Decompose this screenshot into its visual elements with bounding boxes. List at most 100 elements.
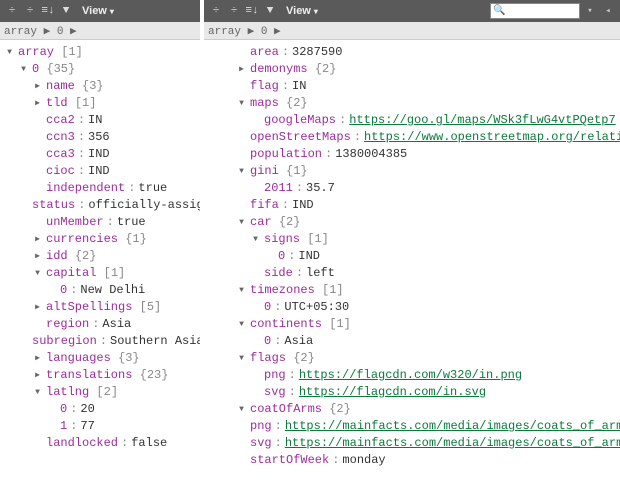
tree-row[interactable]: tld [1] [2, 95, 200, 112]
tree-row[interactable]: maps {2} [206, 95, 620, 112]
tree-row[interactable]: svg:https://flagcdn.com/in.svg [206, 384, 620, 401]
tree-right: area:3287590 demonyms {2} flag:IN maps {… [204, 40, 620, 473]
view-label: View [286, 5, 311, 17]
tree-row[interactable]: idd {2} [2, 248, 200, 265]
tree-row[interactable]: altSpellings [5] [2, 299, 200, 316]
filter-icon[interactable]: ▼ [262, 3, 278, 19]
tree-row[interactable]: 0:20 [2, 401, 200, 418]
tree-row[interactable]: array [1] [2, 44, 200, 61]
search-icon: 🔍 [493, 5, 505, 17]
tree-row[interactable]: cioc:IND [2, 163, 200, 180]
toggle-closed-icon[interactable] [32, 81, 43, 92]
toggle-open-icon[interactable] [236, 285, 247, 296]
tree-row[interactable]: png:https://flagcdn.com/w320/in.png [206, 367, 620, 384]
tree-row[interactable]: 0 {35} [2, 61, 200, 78]
toggle-open-icon[interactable] [236, 217, 247, 228]
tree-row[interactable]: cca2:IN [2, 112, 200, 129]
tree-row[interactable]: landlocked:false [2, 435, 200, 452]
tree-row[interactable]: ccn3:356 [2, 129, 200, 146]
tree-left: array [1] 0 {35} name {3} tld [1] cca2:I… [0, 40, 200, 456]
tree-row[interactable]: independent:true [2, 180, 200, 197]
tree-row[interactable]: flag:IN [206, 78, 620, 95]
tree-row[interactable]: openStreetMaps:https://www.openstreetmap… [206, 129, 620, 146]
toggle-open-icon[interactable] [250, 234, 261, 245]
tree-row[interactable]: 1:77 [2, 418, 200, 435]
sort-icon[interactable]: ≡↓ [40, 3, 56, 19]
toggle-open-icon[interactable] [236, 166, 247, 177]
pin-icon[interactable]: ◂ [600, 3, 616, 19]
expand-icon[interactable]: ÷ [208, 3, 224, 19]
dropdown-icon[interactable]: ▾ [582, 3, 598, 19]
tree-row[interactable]: svg:https://mainfacts.com/media/images/c… [206, 435, 620, 452]
tree-row[interactable]: 0:IND [206, 248, 620, 265]
toggle-open-icon[interactable] [236, 353, 247, 364]
view-menu[interactable]: View ▾ [76, 5, 120, 17]
tree-row[interactable]: capital [1] [2, 265, 200, 282]
tree-row[interactable]: startOfWeek:monday [206, 452, 620, 469]
collapse-icon[interactable]: ÷ [22, 3, 38, 19]
view-menu[interactable]: View ▾ [280, 5, 324, 17]
tree-row[interactable]: continents [1] [206, 316, 620, 333]
tree-row[interactable]: name {3} [2, 78, 200, 95]
tree-row[interactable]: 0:Asia [206, 333, 620, 350]
link: https://www.openstreetmap.org/relation/3… [364, 129, 620, 146]
expand-icon[interactable]: ÷ [4, 3, 20, 19]
caret-down-icon: ▾ [110, 7, 114, 16]
right-pane: ÷ ÷ ≡↓ ▼ View ▾ 🔍 ▾ ◂ array ▶ 0 ▶ area:3… [204, 0, 620, 504]
tree-row[interactable]: 0:New Delhi [2, 282, 200, 299]
caret-down-icon: ▾ [314, 7, 318, 16]
toggle-closed-icon[interactable] [32, 251, 43, 262]
tree-row[interactable]: googleMaps:https://goo.gl/maps/WSk3fLwG4… [206, 112, 620, 129]
tree-row[interactable]: region:Asia [2, 316, 200, 333]
toggle-closed-icon[interactable] [236, 64, 247, 75]
toolbar-left: ÷ ÷ ≡↓ ▼ View ▾ [0, 0, 200, 22]
tree-row[interactable]: translations {23} [2, 367, 200, 384]
toggle-open-icon[interactable] [32, 387, 43, 398]
tree-row[interactable]: signs [1] [206, 231, 620, 248]
tree-row[interactable]: flags {2} [206, 350, 620, 367]
tree-row[interactable]: car {2} [206, 214, 620, 231]
tree-row[interactable]: gini {1} [206, 163, 620, 180]
tree-row[interactable]: coatOfArms {2} [206, 401, 620, 418]
toggle-open-icon[interactable] [18, 64, 29, 75]
tree-row[interactable]: fifa:IND [206, 197, 620, 214]
tree-row[interactable]: languages {3} [2, 350, 200, 367]
tree-row[interactable]: latlng [2] [2, 384, 200, 401]
left-pane: ÷ ÷ ≡↓ ▼ View ▾ array ▶ 0 ▶ array [1] 0 … [0, 0, 200, 504]
link: https://mainfacts.com/media/images/coats… [285, 418, 620, 435]
toggle-closed-icon[interactable] [32, 353, 43, 364]
breadcrumb-right[interactable]: array ▶ 0 ▶ [204, 22, 620, 40]
toggle-closed-icon[interactable] [32, 370, 43, 381]
tree-row[interactable]: unMember:true [2, 214, 200, 231]
tree-row[interactable]: currencies {1} [2, 231, 200, 248]
toggle-closed-icon[interactable] [32, 98, 43, 109]
collapse-icon[interactable]: ÷ [226, 3, 242, 19]
tree-row[interactable]: png:https://mainfacts.com/media/images/c… [206, 418, 620, 435]
link: https://flagcdn.com/in.svg [299, 384, 486, 401]
tree-row[interactable]: side:left [206, 265, 620, 282]
tree-row[interactable]: timezones [1] [206, 282, 620, 299]
toggle-open-icon[interactable] [236, 404, 247, 415]
toggle-closed-icon[interactable] [32, 302, 43, 313]
toggle-open-icon[interactable] [32, 268, 43, 279]
tree-row[interactable]: 0:UTC+05:30 [206, 299, 620, 316]
link: https://mainfacts.com/media/images/coats… [285, 435, 620, 452]
tree-row[interactable]: population:1380004385 [206, 146, 620, 163]
link: https://goo.gl/maps/WSk3fLwG4vtPQetp7 [349, 112, 615, 129]
toggle-open-icon[interactable] [236, 98, 247, 109]
tree-row[interactable]: area:3287590 [206, 44, 620, 61]
toggle-closed-icon[interactable] [32, 234, 43, 245]
sort-icon[interactable]: ≡↓ [244, 3, 260, 19]
breadcrumb-left[interactable]: array ▶ 0 ▶ [0, 22, 200, 40]
toolbar-right: ÷ ÷ ≡↓ ▼ View ▾ 🔍 ▾ ◂ [204, 0, 620, 22]
view-label: View [82, 5, 107, 17]
toggle-open-icon[interactable] [4, 47, 15, 58]
tree-row[interactable]: subregion:Southern Asia [2, 333, 200, 350]
toggle-open-icon[interactable] [236, 319, 247, 330]
filter-icon[interactable]: ▼ [58, 3, 74, 19]
search-input[interactable]: 🔍 [490, 3, 580, 19]
tree-row[interactable]: 2011:35.7 [206, 180, 620, 197]
tree-row[interactable]: cca3:IND [2, 146, 200, 163]
tree-row[interactable]: demonyms {2} [206, 61, 620, 78]
tree-row[interactable]: status:officially-assigned [2, 197, 200, 214]
